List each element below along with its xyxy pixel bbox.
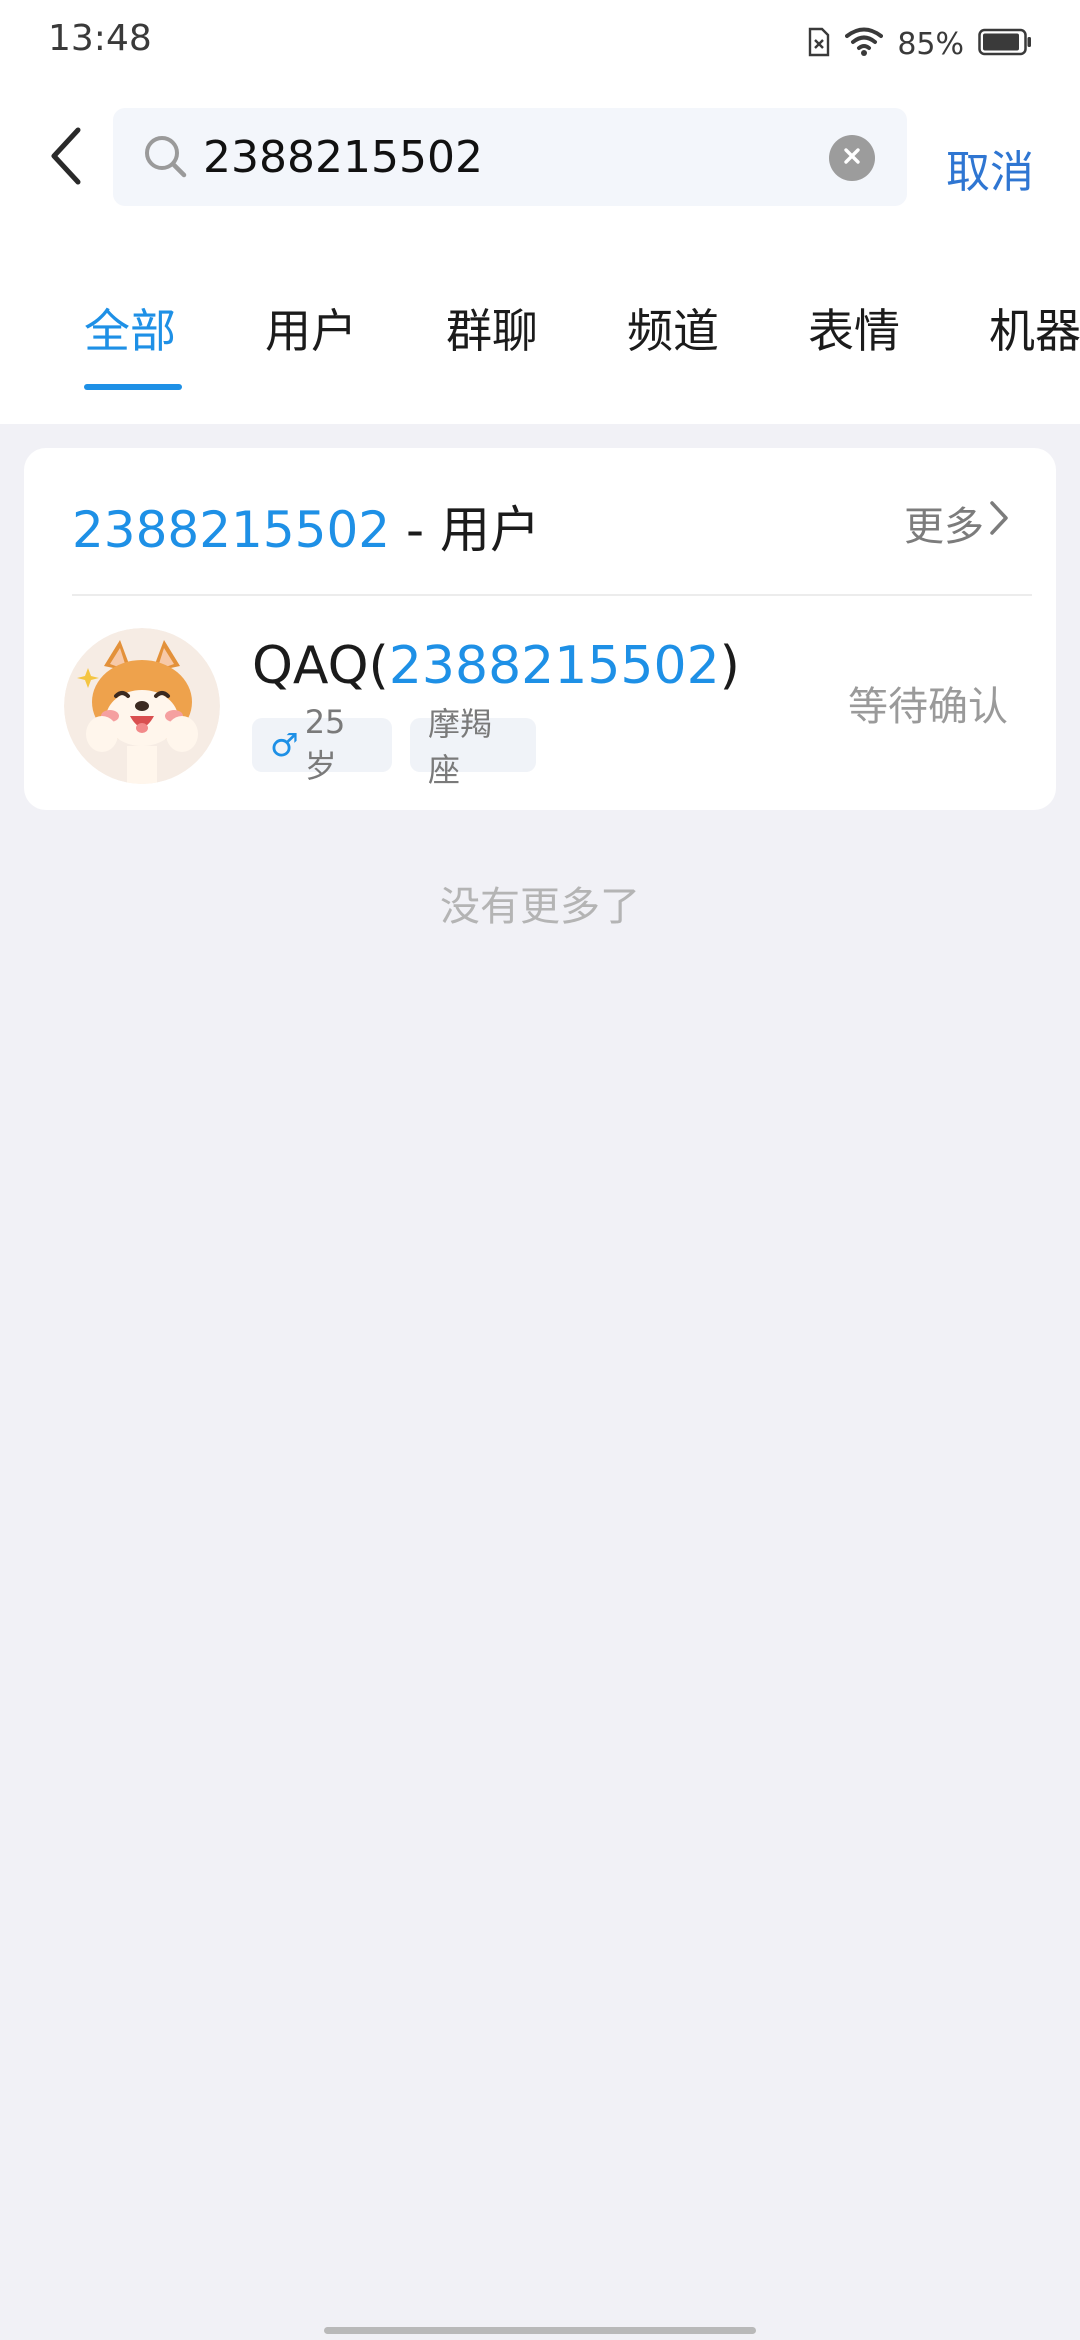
section-query: 2388215502 xyxy=(72,501,391,559)
chevron-left-icon xyxy=(48,126,84,190)
close-icon xyxy=(842,146,862,170)
gender-age-tag: ♂ 25岁 xyxy=(252,703,392,785)
more-button[interactable]: 更多 xyxy=(904,494,1010,552)
divider xyxy=(72,594,1032,596)
avatar[interactable] xyxy=(64,628,220,784)
tab-group-chats[interactable]: 群聊 xyxy=(446,295,538,361)
search-input[interactable] xyxy=(203,108,813,206)
sim-no-card-icon xyxy=(807,27,831,61)
tab-all[interactable]: 全部 xyxy=(84,295,176,361)
zodiac-tag: 摩羯座 xyxy=(410,705,536,789)
paren-open: ( xyxy=(368,636,389,696)
no-more-text: 没有更多了 xyxy=(440,884,640,930)
status-label: 等待确认 xyxy=(848,684,1008,730)
clear-search-button[interactable] xyxy=(829,135,875,181)
section-title: 2388215502 - 用户 xyxy=(72,490,540,562)
chevron-right-icon xyxy=(988,499,1010,547)
header-area: 13:48 85% 2388215502 取消 全部 用户 群聊 频道 表情 机… xyxy=(0,0,1080,424)
user-id: 2388215502 xyxy=(388,636,720,696)
user-results-card: 2388215502 - 用户 更多 QAQ(2388215502) ♂ 25岁… xyxy=(24,448,1056,810)
status-icons: 85% xyxy=(807,22,1032,66)
male-icon: ♂ xyxy=(270,726,299,764)
tab-bots[interactable]: 机器 xyxy=(989,295,1080,361)
home-indicator[interactable] xyxy=(324,2327,756,2334)
age-label: 25岁 xyxy=(304,703,346,785)
section-separator: - xyxy=(390,501,440,559)
search-icon xyxy=(141,132,191,182)
wifi-icon xyxy=(845,27,884,61)
tab-users[interactable]: 用户 xyxy=(265,295,357,361)
tab-stickers[interactable]: 表情 xyxy=(808,295,900,361)
user-name[interactable]: QAQ(2388215502) xyxy=(252,636,740,696)
section-category: 用户 xyxy=(439,501,540,559)
battery-icon xyxy=(978,28,1032,60)
active-tab-indicator xyxy=(84,384,182,390)
back-button[interactable] xyxy=(36,118,96,198)
status-time: 13:48 xyxy=(48,18,152,59)
tab-channels[interactable]: 频道 xyxy=(627,295,719,361)
more-label: 更多 xyxy=(904,504,984,550)
search-box[interactable] xyxy=(113,108,907,206)
paren-close: ) xyxy=(719,636,740,696)
battery-percent: 85% xyxy=(897,26,964,62)
search-tabs: 全部 用户 群聊 频道 表情 机器 xyxy=(0,295,1080,395)
user-nickname: QAQ xyxy=(252,636,369,696)
cancel-button[interactable]: 取消 xyxy=(946,136,1034,200)
